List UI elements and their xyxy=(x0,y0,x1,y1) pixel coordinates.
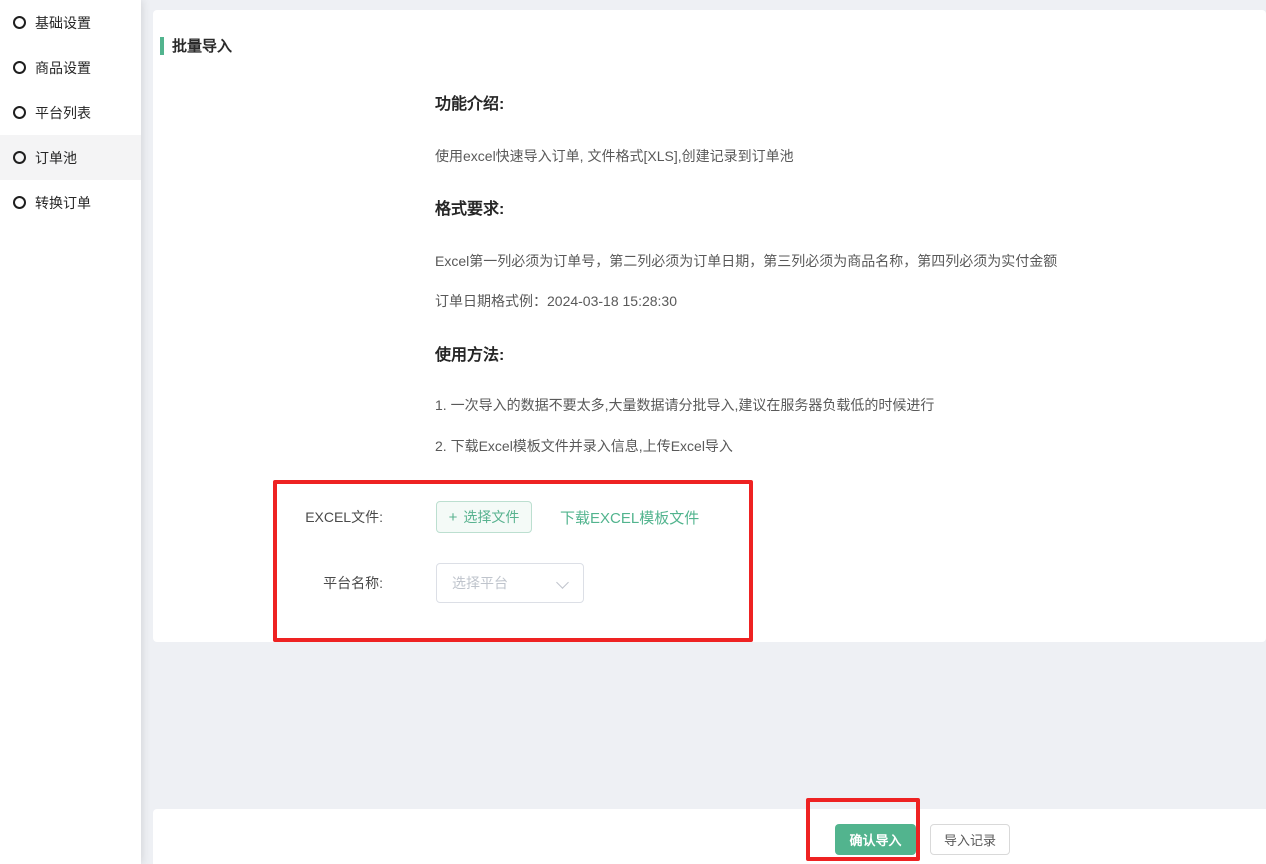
instructions: 功能介绍: 使用excel快速导入订单, 文件格式[XLS],创建记录到订单池 … xyxy=(435,94,1226,456)
sidebar-item-product-settings[interactable]: 商品设置 xyxy=(0,45,141,90)
format-rule-text: Excel第一列必须为订单号，第二列必须为订单日期，第三列必须为商品名称，第四列… xyxy=(435,251,1226,271)
circle-icon xyxy=(13,151,26,164)
platform-select-placeholder: 选择平台 xyxy=(452,573,508,593)
sidebar-item-label: 平台列表 xyxy=(35,103,91,123)
section-heading-format: 格式要求: xyxy=(435,199,1226,221)
plus-icon: + xyxy=(449,510,458,525)
download-template-link[interactable]: 下载EXCEL模板文件 xyxy=(560,507,699,528)
main-content-card: 批量导入 功能介绍: 使用excel快速导入订单, 文件格式[XLS],创建记录… xyxy=(153,10,1266,642)
platform-row: 平台名称: 选择平台 xyxy=(273,563,584,603)
sidebar-item-label: 订单池 xyxy=(35,148,77,168)
choose-file-button[interactable]: + 选择文件 xyxy=(436,501,532,533)
chevron-down-icon xyxy=(556,576,569,589)
excel-file-row: EXCEL文件: + 选择文件 下载EXCEL模板文件 xyxy=(273,501,699,533)
date-format-example: 订单日期格式例：2024-03-18 15:28:30 xyxy=(435,291,1226,311)
section-heading-intro: 功能介绍: xyxy=(435,94,1226,116)
circle-icon xyxy=(13,196,26,209)
circle-icon xyxy=(13,106,26,119)
circle-icon xyxy=(13,16,26,29)
circle-icon xyxy=(13,61,26,74)
sidebar-item-convert-order[interactable]: 转换订单 xyxy=(0,180,141,225)
footer-action-bar: 确认导入 导入记录 xyxy=(153,809,1266,864)
sidebar-item-basic-settings[interactable]: 基础设置 xyxy=(0,0,141,45)
sidebar-item-platform-list[interactable]: 平台列表 xyxy=(0,90,141,135)
platform-select[interactable]: 选择平台 xyxy=(436,563,584,603)
title-accent-bar xyxy=(160,37,164,55)
choose-file-button-label: 选择文件 xyxy=(463,507,519,527)
usage-step-2: 2. 下载Excel模板文件并录入信息,上传Excel导入 xyxy=(435,436,1226,456)
sidebar-item-label: 转换订单 xyxy=(35,193,91,213)
section-heading-usage: 使用方法: xyxy=(435,345,1226,367)
sidebar-item-label: 基础设置 xyxy=(35,13,91,33)
confirm-import-button[interactable]: 确认导入 xyxy=(835,824,916,855)
page-title: 批量导入 xyxy=(172,35,232,56)
intro-text: 使用excel快速导入订单, 文件格式[XLS],创建记录到订单池 xyxy=(435,146,1226,166)
sidebar-item-label: 商品设置 xyxy=(35,58,91,78)
page-header: 批量导入 xyxy=(160,35,232,56)
import-records-button[interactable]: 导入记录 xyxy=(930,824,1010,855)
sidebar-item-order-pool[interactable]: 订单池 xyxy=(0,135,141,180)
platform-name-label: 平台名称: xyxy=(273,573,383,593)
excel-file-label: EXCEL文件: xyxy=(273,507,383,527)
usage-step-1: 1. 一次导入的数据不要太多,大量数据请分批导入,建议在服务器负载低的时候进行 xyxy=(435,395,1226,415)
sidebar: 基础设置 商品设置 平台列表 订单池 转换订单 xyxy=(0,0,141,864)
